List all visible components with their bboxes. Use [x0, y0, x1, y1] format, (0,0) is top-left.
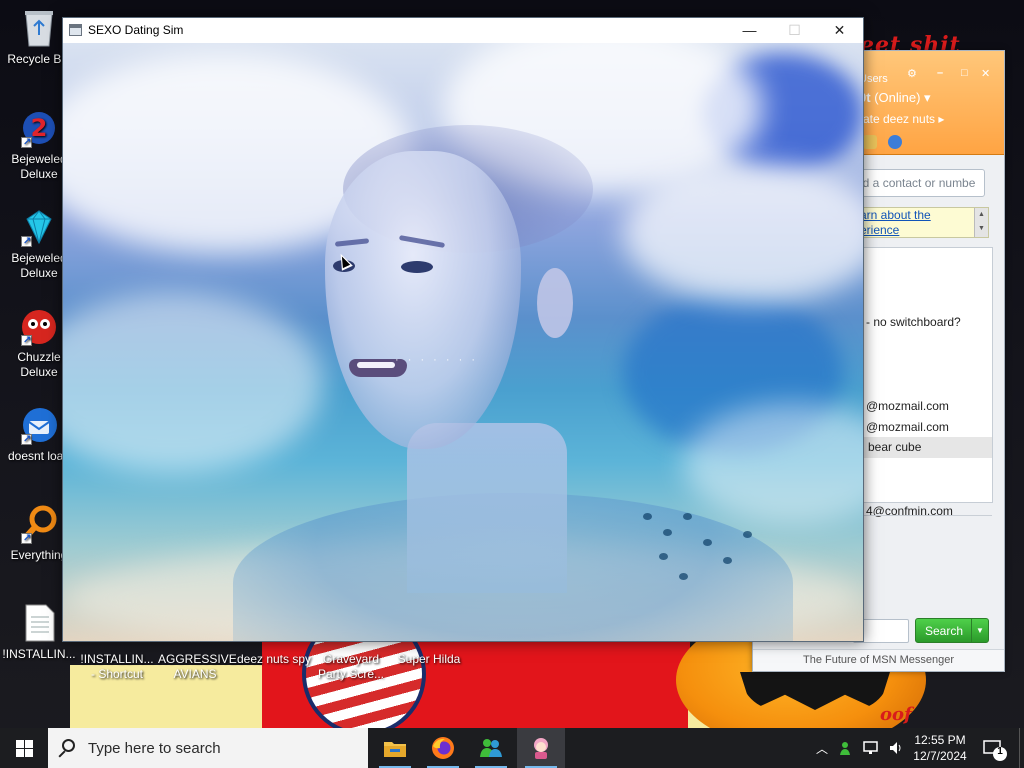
msn-quick-icons: [863, 135, 910, 152]
taskbar-firefox[interactable]: [419, 728, 467, 768]
system-tray: ︿: [816, 728, 904, 768]
msn-personal-message[interactable]: rate deez nuts ▸: [859, 112, 944, 126]
clock-date: 12/7/2024: [913, 749, 967, 763]
msn-search-button[interactable]: Search ▼: [915, 618, 989, 643]
contact-item[interactable]: - no switchboard?: [866, 315, 961, 329]
search-icon: [62, 739, 75, 752]
bejeweled-2-icon: 2: [19, 108, 59, 150]
loading-indicator: · · · · · · ·: [395, 354, 478, 366]
msn-messenger-icon: [480, 739, 502, 757]
svg-text:2: 2: [31, 114, 48, 142]
shortcut-arrow-icon: [21, 234, 32, 249]
firefox-icon: [432, 737, 454, 759]
taskbar-search-placeholder: Type here to search: [88, 740, 221, 757]
thunderbird-icon: [19, 405, 59, 447]
msn-close-button[interactable]: ✕: [981, 67, 990, 80]
msn-contact-search-input[interactable]: nd a contact or numbe: [853, 169, 985, 197]
contact-item-selected[interactable]: bear cube: [854, 437, 992, 458]
shortcut-arrow-icon: [21, 432, 32, 447]
desktop-icon-super-hilda[interactable]: Super Hilda: [392, 640, 466, 667]
msn-minimize-button[interactable]: –: [937, 67, 943, 79]
text-file-icon: [19, 603, 59, 643]
wallpaper-sign-bottom: oof: [880, 704, 912, 725]
desktop-icon-label: Graveyard Party Scre...: [317, 652, 385, 681]
msn-tray-icon[interactable]: [838, 740, 854, 756]
network-icon[interactable]: [862, 740, 880, 756]
desktop-icon-label: Super Hilda: [397, 652, 461, 666]
msn-ad-scrollbar[interactable]: ▲ ▼: [974, 208, 988, 237]
desktop-icon-label: !INSTALLIN...: [2, 647, 76, 661]
msn-contact-list[interactable]: - no switchboard? @mozmail.com @mozmail.…: [853, 247, 993, 518]
msn-maximize-button[interactable]: □: [961, 67, 968, 79]
chuzzle-icon: [19, 306, 59, 348]
recycle-bin-icon: [19, 8, 59, 48]
msn-footer: The Future of MSN Messenger: [753, 649, 1004, 671]
msn-ad-link-1[interactable]: arn about the: [854, 208, 988, 223]
cloud: [63, 293, 323, 473]
desktop-icon-aggressive-avians[interactable]: AGGRESSIVE AVIANS: [158, 640, 237, 682]
taskbar-msn-messenger[interactable]: [467, 728, 515, 768]
character-eye: [401, 261, 433, 273]
chevron-down-icon[interactable]: ▼: [971, 619, 988, 642]
msn-online-status: (Online): [874, 90, 921, 105]
window-title: SEXO Dating Sim: [88, 23, 184, 37]
windows-logo-icon: [16, 740, 24, 748]
pumpkin-mouth: [740, 672, 890, 710]
msn-settings-icon[interactable]: ⚙: [907, 67, 917, 80]
cloud: [623, 163, 863, 303]
msn-ad-banner[interactable]: arn about the erience ▲ ▼: [853, 207, 989, 238]
maximize-button[interactable]: ☐: [772, 18, 817, 43]
shortcut-arrow-icon: [21, 135, 32, 150]
file-explorer-icon: [384, 742, 406, 757]
desktop-icon-graveyard-party[interactable]: Graveyard Party Scre...: [314, 640, 388, 682]
taskbar: Type here to search ︿ 12:55 PM 12/7/2024…: [0, 728, 1024, 768]
taskbar-clock[interactable]: 12:55 PM 12/7/2024: [902, 732, 978, 764]
window-titlebar[interactable]: SEXO Dating Sim — ☐ ✕: [63, 18, 863, 43]
msn-ad-link-2[interactable]: erience: [854, 223, 988, 238]
contact-item[interactable]: @mozmail.com: [866, 420, 949, 434]
mail-icon[interactable]: [863, 135, 877, 149]
shortcut-arrow-icon: [21, 531, 32, 546]
character-ear: [537, 268, 573, 338]
clock-time: 12:55 PM: [914, 733, 966, 747]
taskbar-file-explorer[interactable]: [371, 728, 419, 768]
desktop-icon-label: !INSTALLIN... - Shortcut: [80, 652, 154, 681]
app-window-icon: [69, 24, 82, 36]
bejeweled-diamond-icon: [19, 207, 59, 249]
start-button[interactable]: [0, 728, 48, 768]
dating-sim-icon: [534, 738, 548, 759]
everything-search-icon: [19, 504, 59, 546]
chevron-up-icon[interactable]: ︿: [816, 740, 828, 757]
msn-personal-message-text: rate deez nuts: [859, 112, 936, 126]
msn-divider: [853, 515, 992, 516]
show-desktop-button[interactable]: [1019, 728, 1024, 768]
desktop-icon-label: AGGRESSIVE AVIANS: [158, 652, 237, 681]
shortcut-arrow-icon: [21, 333, 32, 348]
desktop-icon-label: deez nuts spy: [236, 652, 312, 666]
desktop-icon-installing-shortcut[interactable]: !INSTALLIN... - Shortcut: [80, 640, 154, 682]
msn-search-button-label: Search: [924, 624, 964, 638]
character-face: [325, 151, 521, 449]
taskbar-dating-sim[interactable]: [517, 728, 565, 768]
notification-count-badge: 1: [997, 746, 1003, 757]
notification-center-button[interactable]: 1: [980, 734, 1008, 762]
msn-butterfly-icon[interactable]: [888, 135, 903, 149]
minimize-button[interactable]: —: [727, 18, 772, 43]
desktop-icon-deez-nuts-spy[interactable]: deez nuts spy: [234, 640, 314, 667]
close-button[interactable]: ✕: [817, 18, 862, 43]
contact-item[interactable]: @mozmail.com: [866, 399, 949, 413]
dating-sim-window[interactable]: SEXO Dating Sim — ☐ ✕ · · · · · · ·: [62, 17, 864, 642]
game-canvas[interactable]: · · · · · · ·: [63, 43, 863, 641]
msn-username[interactable]: 0t (Online) ▾: [859, 90, 931, 106]
taskbar-search-box[interactable]: Type here to search: [48, 728, 368, 768]
